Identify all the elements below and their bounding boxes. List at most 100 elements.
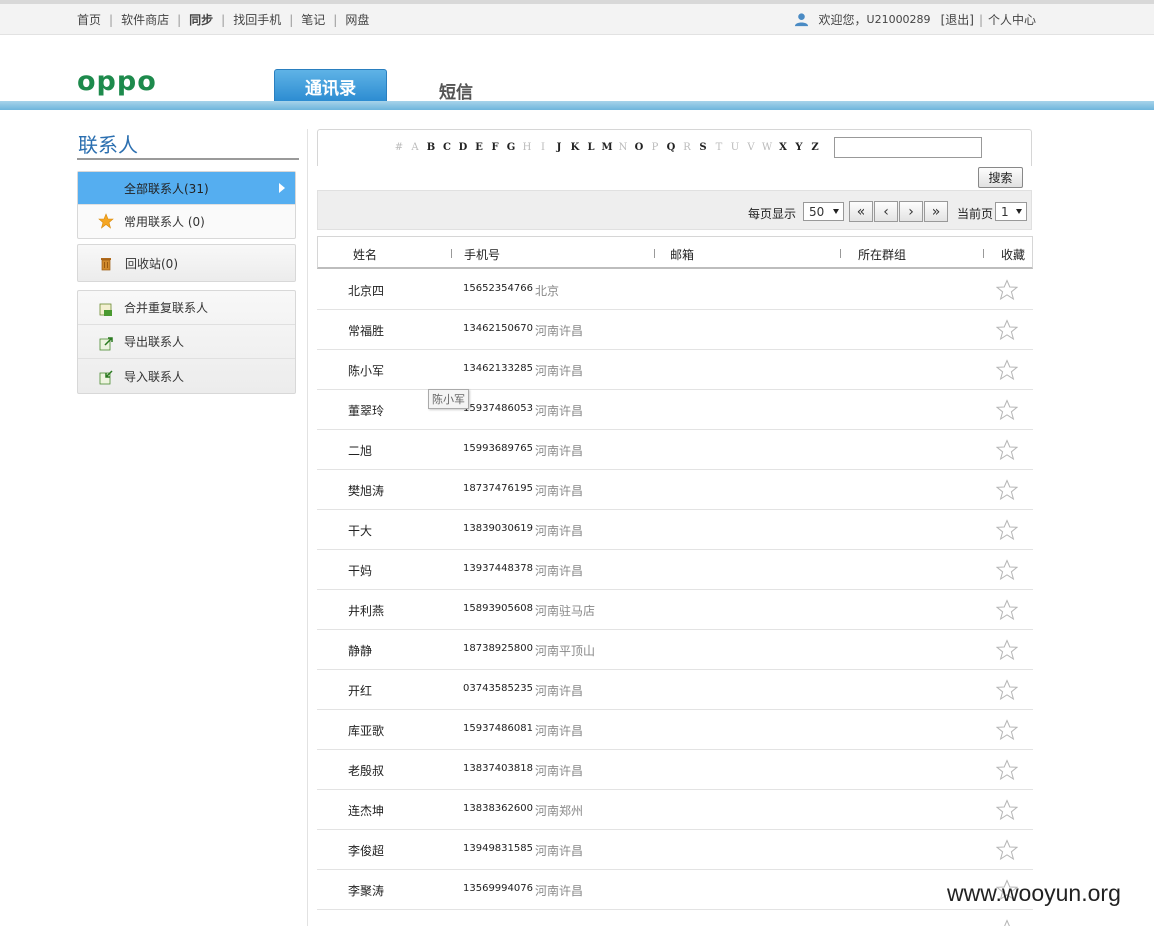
table-row[interactable]: 库亚歌 15937486081 河南许昌	[317, 710, 1033, 750]
prev-page-button[interactable]: ‹	[874, 201, 898, 222]
alphabet-letter[interactable]: L	[583, 142, 599, 153]
favorite-star-icon[interactable]	[995, 479, 1019, 501]
favorite-star-icon[interactable]	[995, 679, 1019, 701]
table-row[interactable]: 干大 13839030619 河南许昌	[317, 510, 1033, 550]
table-row[interactable]: 二旭 15993689765 河南许昌	[317, 430, 1033, 470]
favorite-star-icon[interactable]	[995, 519, 1019, 541]
favorite-star-icon[interactable]	[995, 639, 1019, 661]
favorite-star-icon[interactable]	[995, 759, 1019, 781]
favorite-star-icon[interactable]	[995, 279, 1019, 301]
username: U21000289	[866, 13, 931, 26]
contact-location: 河南许昌	[535, 444, 584, 458]
tooltip: 陈小军	[428, 389, 469, 409]
search-button[interactable]: 搜索	[978, 167, 1023, 188]
alphabet-letter[interactable]: Q	[663, 142, 679, 153]
table-row[interactable]: 开红 03743585235 河南许昌	[317, 670, 1033, 710]
column-header-group[interactable]: 所在群组	[858, 246, 906, 263]
nav-home[interactable]: 首页	[77, 11, 101, 28]
sidebar-group-contacts: 全部联系人(31) 常用联系人 (0)	[77, 171, 296, 239]
alphabet-letter[interactable]: F	[487, 142, 503, 153]
tab-contacts[interactable]: 通讯录	[274, 69, 387, 103]
alphabet-letter[interactable]: X	[775, 142, 791, 153]
alphabet-letter[interactable]: B	[423, 142, 439, 153]
oppo-logo[interactable]: oppo	[77, 66, 157, 97]
table-row[interactable]: 连杰坤 13838362600 河南郑州	[317, 790, 1033, 830]
nav-cloud-disk[interactable]: 网盘	[345, 11, 369, 28]
table-row[interactable]: 常福胜 13462150670 河南许昌	[317, 310, 1033, 350]
contact-phone: 13937448378	[463, 563, 533, 574]
table-row[interactable]: 井利燕 15893905608 河南驻马店	[317, 590, 1033, 630]
sidebar-item-label: 常用联系人 (0)	[124, 215, 205, 229]
alphabet-letter[interactable]: K	[567, 142, 583, 153]
alphabet-letter[interactable]: Z	[807, 142, 823, 153]
search-input[interactable]	[834, 137, 982, 158]
contact-name: 樊旭涛	[348, 484, 385, 498]
favorite-star-icon[interactable]	[995, 399, 1019, 421]
table-row[interactable]: 李聚涛 13569994076 河南许昌	[317, 870, 1033, 910]
favorite-star-icon[interactable]	[996, 919, 1018, 926]
alphabet-letter[interactable]: G	[503, 142, 519, 153]
nav-notes[interactable]: 笔记	[301, 11, 325, 28]
first-page-button[interactable]: «	[849, 201, 873, 222]
favorite-star-icon[interactable]	[995, 799, 1019, 821]
favorite-star-icon[interactable]	[995, 839, 1019, 861]
sidebar-item-export[interactable]: 导出联系人	[78, 325, 295, 359]
last-page-button[interactable]: »	[924, 201, 948, 222]
nav-app-store[interactable]: 软件商店	[121, 11, 169, 28]
welcome-text: 欢迎您，	[818, 13, 867, 27]
logout-link[interactable]: [退出]	[941, 11, 974, 28]
sidebar-item-merge[interactable]: 合并重复联系人	[78, 291, 295, 325]
favorite-star-icon[interactable]	[995, 559, 1019, 581]
per-page-select[interactable]: 50	[803, 202, 844, 221]
alphabet-letter[interactable]: M	[599, 142, 615, 153]
table-row[interactable]: 干妈 13937448378 河南许昌	[317, 550, 1033, 590]
current-page-select[interactable]: 1	[995, 202, 1027, 221]
contact-name: 李俊超	[348, 844, 385, 858]
alphabet-letter[interactable]: O	[631, 142, 647, 153]
current-page-value: 1	[1001, 204, 1009, 219]
table-row[interactable]	[317, 910, 1033, 926]
sidebar-item-trash[interactable]: 回收站(0)	[78, 245, 295, 281]
per-page-value: 50	[809, 204, 825, 219]
alphabet-letter[interactable]: D	[455, 142, 471, 153]
alphabet-letter[interactable]: J	[551, 142, 567, 153]
sidebar-item-all-contacts[interactable]: 全部联系人(31)	[78, 172, 295, 205]
next-page-button[interactable]: ›	[899, 201, 923, 222]
alphabet-letter[interactable]: Y	[791, 142, 807, 153]
nav-find-phone[interactable]: 找回手机	[233, 11, 281, 28]
table-row[interactable]: 樊旭涛 18737476195 河南许昌	[317, 470, 1033, 510]
favorite-star-icon[interactable]	[995, 439, 1019, 461]
nav-sync[interactable]: 同步	[189, 11, 213, 28]
alphabet-letter[interactable]: E	[471, 142, 487, 153]
alphabet-letter[interactable]: S	[695, 142, 711, 153]
table-row[interactable]: 李俊超 13949831585 河南许昌	[317, 830, 1033, 870]
contact-location: 北京	[535, 284, 560, 298]
favorite-star-icon[interactable]	[995, 359, 1019, 381]
contact-phone: 15993689765	[463, 443, 533, 454]
table-row[interactable]: 董翠玲 15937486053 河南许昌	[317, 390, 1033, 430]
pagination-bar: 每页显示 50 « ‹ › » 当前页 1	[317, 190, 1032, 230]
sidebar-item-favorites[interactable]: 常用联系人 (0)	[78, 205, 295, 238]
alphabet-letter: V	[747, 142, 755, 153]
table-row[interactable]: 北京四 15652354766 北京	[317, 270, 1033, 310]
column-header-phone[interactable]: 手机号	[464, 246, 500, 263]
contact-phone: 15937486081	[463, 723, 533, 734]
contact-name: 开红	[348, 684, 373, 698]
table-row[interactable]: 老殷叔 13837403818 河南许昌	[317, 750, 1033, 790]
current-page-label: 当前页	[957, 207, 994, 221]
chevron-down-icon	[833, 209, 839, 214]
alphabet-letter[interactable]: C	[439, 142, 455, 153]
user-center-link[interactable]: 个人中心	[988, 11, 1036, 28]
contact-name: 常福胜	[348, 324, 385, 338]
column-header-favorite[interactable]: 收藏	[1001, 246, 1025, 263]
table-row[interactable]: 陈小军 13462133285 河南许昌	[317, 350, 1033, 390]
column-header-name[interactable]: 姓名	[353, 246, 377, 263]
contact-location: 河南许昌	[535, 884, 584, 898]
sidebar-item-import[interactable]: 导入联系人	[78, 359, 295, 393]
favorite-star-icon[interactable]	[995, 319, 1019, 341]
favorite-star-icon[interactable]	[995, 719, 1019, 741]
column-header-email[interactable]: 邮箱	[670, 246, 694, 263]
table-row[interactable]: 静静 18738925800 河南平顶山	[317, 630, 1033, 670]
chevron-right-icon	[279, 183, 285, 193]
favorite-star-icon[interactable]	[995, 599, 1019, 621]
